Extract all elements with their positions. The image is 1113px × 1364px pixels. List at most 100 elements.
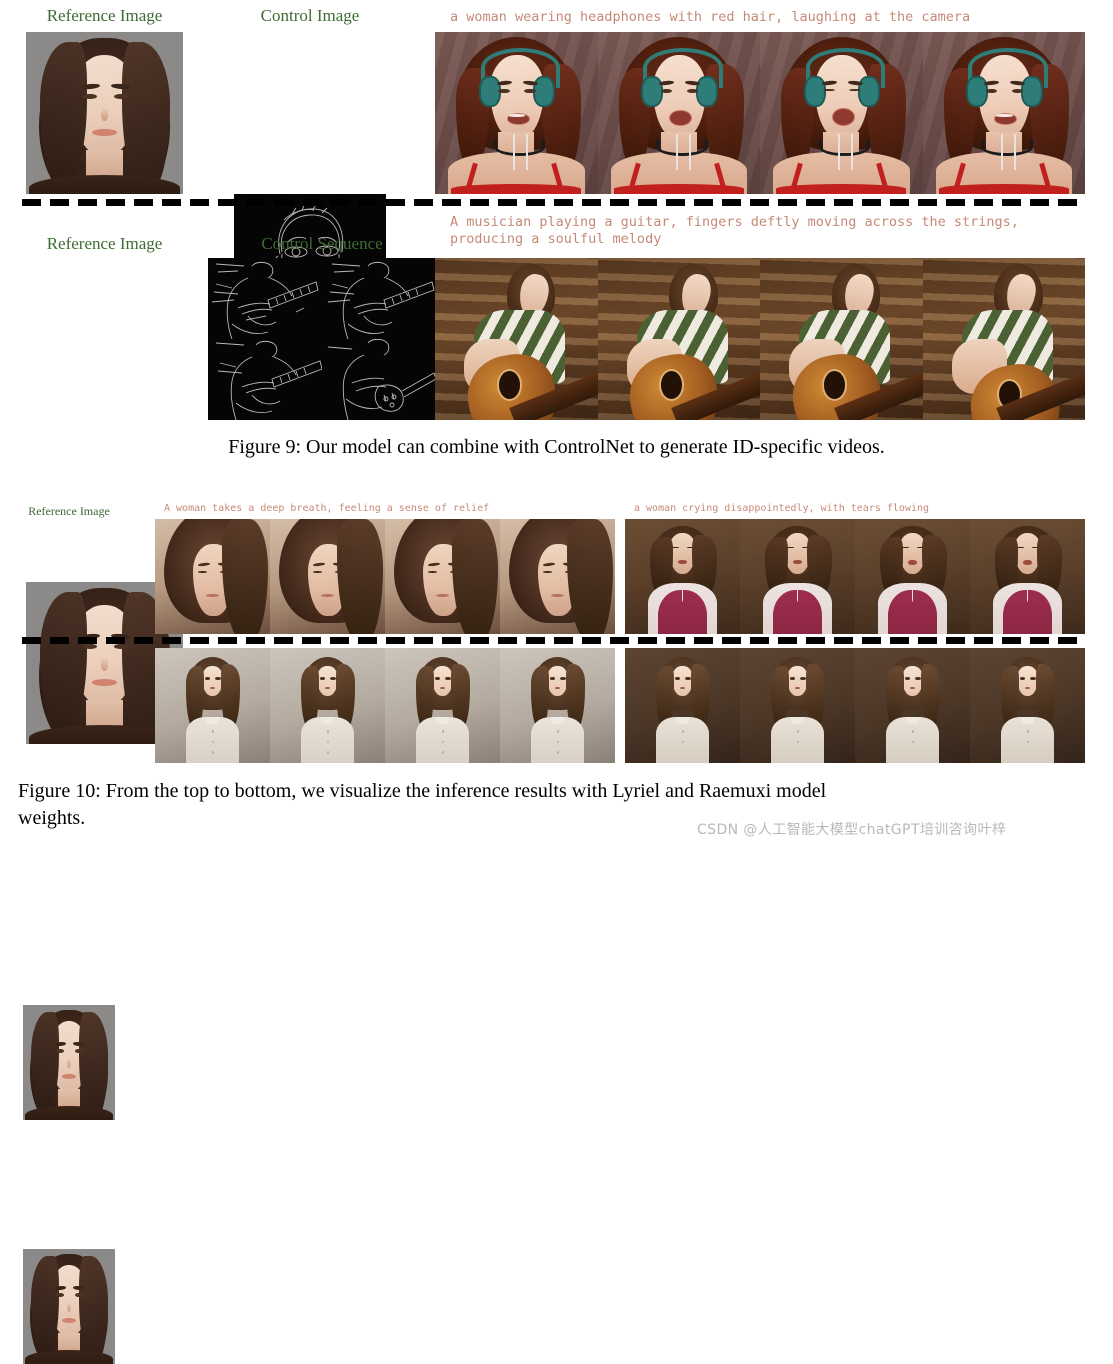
generated-frame [970, 648, 1085, 763]
eye-left [427, 570, 438, 573]
csdn-watermark: CSDN @人工智能大模型chatGPT培训咨询叶梓 [697, 822, 1007, 838]
collar-shape [675, 717, 690, 724]
eyebrow-right [72, 1041, 84, 1046]
mic-cable-right [688, 134, 691, 170]
figure9-caption: Figure 9: Our model can combine with Con… [228, 436, 885, 458]
eye-left [498, 88, 510, 94]
eye-right [113, 643, 129, 650]
eye-left [82, 643, 97, 650]
red-top-band [451, 184, 582, 194]
teeth-shape [508, 113, 526, 118]
eyebrow-right [72, 1285, 84, 1290]
eye-right [524, 88, 536, 94]
eye-right [445, 676, 451, 680]
bodice-shape [658, 590, 707, 634]
button-dot [211, 751, 215, 754]
collar-shape [205, 717, 220, 724]
guitar-soundhole [496, 369, 522, 401]
generated-frame [597, 32, 760, 194]
eye-left [56, 1292, 65, 1297]
control-sequence-tile [208, 258, 322, 339]
guitar-soundhole [659, 369, 685, 401]
headphone-cup-left [641, 75, 664, 108]
headphone-cup-left [966, 75, 989, 108]
headphone-cup-left [803, 75, 826, 108]
generated-frame [760, 258, 923, 420]
eye-left [82, 93, 97, 100]
eye-left [542, 570, 553, 573]
headphone-cup-right [1020, 75, 1043, 108]
eye-right [1030, 676, 1036, 680]
generated-frames-fig10-row1-right [625, 519, 1085, 634]
eye-right [330, 676, 336, 680]
eye-right [685, 676, 691, 680]
generated-frame [385, 648, 500, 763]
reference-image-label-row2: Reference Image [46, 234, 163, 253]
eye-left [56, 1048, 65, 1053]
mic-cable-left [675, 134, 678, 170]
collar-shape [550, 717, 565, 724]
shoulders-shape [24, 1106, 114, 1120]
control-sequence-tile [322, 258, 436, 339]
control-sequence-row2 [208, 258, 436, 420]
headphone-cup-right [695, 75, 718, 108]
hair-right [121, 41, 171, 191]
reference-image-fig10-row1 [23, 1005, 115, 1120]
eye-right [113, 93, 129, 100]
dashed-separator-2 [22, 637, 1086, 644]
mic-cable-right [851, 134, 853, 170]
control-sequence-tile [208, 339, 322, 420]
generated-frame [270, 519, 385, 634]
red-top-band [613, 184, 744, 194]
generated-frame [155, 519, 270, 634]
mouth-shape [908, 560, 917, 565]
hair-sweep [221, 519, 268, 634]
eye-right [74, 1048, 83, 1053]
hair-sweep [336, 519, 383, 634]
eye-left [435, 676, 441, 680]
red-top-band [938, 184, 1069, 194]
guitar-soundhole [821, 369, 847, 401]
control-sequence-label-row2: Control Sequence [261, 234, 383, 253]
shoulders-shape [24, 1350, 114, 1364]
eye-right [800, 676, 806, 680]
mouth-shape [831, 108, 855, 127]
generated-frame [740, 519, 855, 634]
collar-shape [905, 717, 920, 724]
generated-frames-row2 [435, 258, 1085, 420]
generated-frame [270, 648, 385, 763]
hair-sweep [566, 519, 613, 634]
button-dot [441, 751, 445, 754]
hair-sweep [451, 519, 498, 634]
eye-left [1020, 676, 1026, 680]
generated-frame [155, 648, 270, 763]
reference-image-fig10-row2 [23, 1249, 115, 1364]
eye-left [550, 676, 556, 680]
red-top-band [776, 184, 907, 194]
eye-right [215, 676, 221, 680]
collar-shape [435, 717, 450, 724]
generated-frame [855, 648, 970, 763]
eye-left [205, 676, 211, 680]
generated-frame [740, 648, 855, 763]
bodice-shape [888, 590, 937, 634]
headphone-cup-right [858, 75, 881, 108]
dashed-separator-1 [22, 199, 1086, 206]
hair-right [79, 1255, 108, 1362]
figure10-caption-line2: weights. [18, 807, 86, 829]
generated-frame [435, 32, 598, 194]
eye-right [915, 676, 921, 680]
collar-shape [790, 717, 805, 724]
nose-shape [100, 656, 109, 672]
prompt-text-fig10-left: A woman takes a deep breath, feeling a s… [164, 503, 490, 514]
generated-frame [500, 519, 615, 634]
bodice-shape [773, 590, 822, 634]
collar-shape [320, 717, 335, 724]
generated-frame [760, 32, 923, 194]
generated-frame [625, 648, 740, 763]
prompt-text-fig10-right: a woman crying disappointedly, with tear… [634, 503, 930, 514]
nose-shape [100, 106, 109, 122]
generated-frame [922, 32, 1085, 194]
generated-frame [435, 258, 598, 420]
reference-image-label-row1: Reference Image [46, 6, 163, 25]
